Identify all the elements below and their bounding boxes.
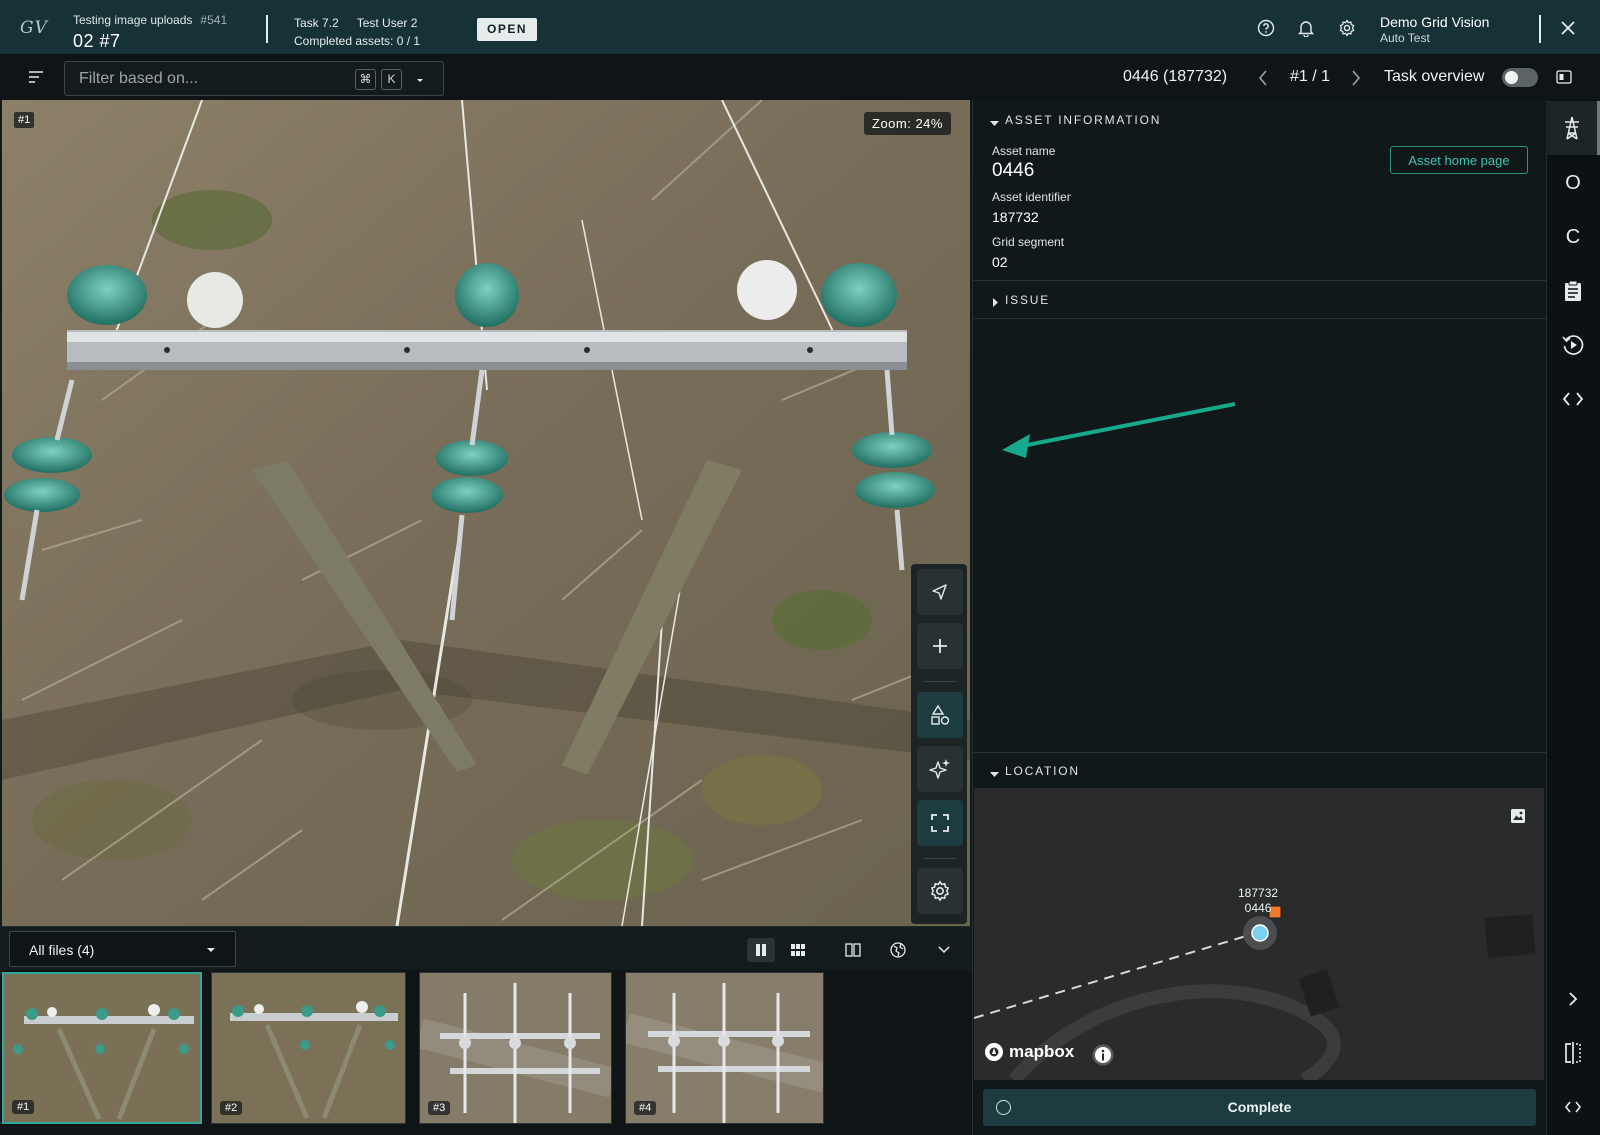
location-header[interactable]: LOCATION: [1005, 764, 1080, 778]
filter-field: ⌘ K: [64, 61, 444, 96]
files-selector[interactable]: All files (4): [9, 931, 236, 967]
map-style-icon[interactable]: [1510, 808, 1526, 829]
single-view-icon[interactable]: [747, 938, 775, 962]
asset-identifier-value: 187732: [992, 209, 1039, 225]
files-selector-label: All files (4): [29, 942, 95, 958]
section-divider: [972, 280, 1546, 281]
task-name: Task 7.2: [294, 16, 339, 30]
rail-item-c[interactable]: C: [1546, 210, 1600, 264]
select-arrow-icon[interactable]: [917, 569, 963, 615]
mapbox-text: mapbox: [1009, 1042, 1075, 1061]
asset-name-value: 0446: [992, 160, 1035, 181]
chevron-right-icon[interactable]: [1546, 972, 1600, 1026]
location-map[interactable]: 187732 0446 mapbox: [974, 788, 1544, 1080]
code-icon[interactable]: [1546, 372, 1600, 426]
plus-icon[interactable]: [917, 623, 963, 669]
user-menu[interactable]: Demo Grid Vision Auto Test: [1380, 14, 1489, 46]
complete-button[interactable]: Complete: [983, 1089, 1536, 1126]
status-badge: OPEN: [477, 18, 538, 41]
filter-input[interactable]: [79, 70, 349, 88]
caret-down-icon[interactable]: [990, 115, 999, 133]
task-user: Test User 2: [356, 16, 418, 30]
mapbox-logo: mapbox: [984, 1042, 1074, 1062]
project-number: #541: [200, 13, 228, 27]
section-divider: [972, 752, 1546, 753]
compare-view-icon[interactable]: [839, 938, 867, 962]
image-viewer[interactable]: #1: [2, 100, 970, 926]
caret-down-icon[interactable]: [990, 766, 999, 784]
filter-dropdown-icon[interactable]: [410, 70, 430, 90]
help-icon[interactable]: [1256, 18, 1276, 38]
task-overview-toggle[interactable]: [1502, 68, 1538, 87]
thumbnail-1[interactable]: #1: [2, 972, 202, 1124]
rail-item-o[interactable]: O: [1546, 156, 1600, 210]
clipboard-icon[interactable]: [1546, 264, 1600, 318]
next-asset-icon[interactable]: [1350, 69, 1362, 92]
bell-icon[interactable]: [1296, 18, 1316, 38]
map-info-icon[interactable]: [1092, 1044, 1114, 1071]
caret-right-icon[interactable]: [992, 294, 999, 312]
asset-information-header[interactable]: ASSET INFORMATION: [1005, 113, 1161, 127]
section-divider: [972, 318, 1546, 319]
history-icon[interactable]: [1546, 318, 1600, 372]
project-subtitle: 02 #7: [73, 31, 121, 51]
map-marker-name: 0446: [1244, 901, 1272, 915]
issue-header[interactable]: ISSUE: [1005, 293, 1050, 307]
task-overview-label: Task overview: [1384, 68, 1485, 85]
thumbnail-label: #3: [428, 1101, 451, 1115]
asset-name-label: Asset name: [992, 144, 1056, 158]
toggle-knob: [1505, 71, 1518, 84]
thumbnail-2[interactable]: #2: [211, 972, 406, 1124]
toolbar-separator: [923, 858, 957, 859]
org-name: Demo Grid Vision: [1380, 14, 1490, 30]
chevron-down-icon: [207, 948, 215, 952]
sort-icon[interactable]: [28, 70, 44, 89]
app-logo[interactable]: GV: [20, 18, 48, 38]
top-header: GV Testing image uploads #541 02 #7 Task …: [0, 0, 1600, 54]
header-divider: [1539, 15, 1541, 43]
prev-asset-icon[interactable]: [1257, 69, 1269, 92]
thumbnail-label: #2: [220, 1101, 243, 1115]
chevron-down-icon[interactable]: [930, 938, 958, 962]
fullscreen-icon[interactable]: [917, 800, 963, 846]
project-info: Testing image uploads #541 02 #7: [73, 11, 227, 52]
zoom-indicator: Zoom: 24%: [864, 112, 951, 135]
panel-toggle-icon[interactable]: [1556, 69, 1572, 90]
gear-icon[interactable]: [1337, 18, 1357, 38]
toolbar-separator: [923, 681, 957, 682]
image-index-tag: #1: [14, 112, 35, 128]
annotation-arrow: [1000, 400, 1240, 465]
shapes-icon[interactable]: [917, 692, 963, 738]
map-marker-id: 187732: [1238, 886, 1279, 900]
asset-identifier-label: Asset identifier: [992, 190, 1071, 204]
asset-home-page-button[interactable]: Asset home page: [1390, 146, 1528, 174]
map-marker-label: 187732 0446: [1238, 886, 1278, 916]
header-divider: [266, 15, 268, 43]
thumbnail-label: #1: [12, 1100, 35, 1114]
grid-view-icon[interactable]: [784, 938, 812, 962]
task-info: Task 7.2 Test User 2 Completed assets: 0 …: [294, 14, 420, 50]
code-icon[interactable]: [1546, 1080, 1600, 1134]
grid-segment-label: Grid segment: [992, 235, 1065, 249]
complete-button-label: Complete: [1227, 1099, 1292, 1115]
asset-nav-title: 0446 (187732): [1123, 68, 1228, 85]
grid-segment-value: 02: [992, 254, 1008, 270]
asset-position: #1 / 1: [1290, 68, 1331, 85]
completed-assets: Completed assets: 0 / 1: [294, 34, 421, 48]
viewer-settings-icon[interactable]: [917, 868, 963, 914]
org-role: Auto Test: [1380, 31, 1430, 45]
ai-sparkle-icon[interactable]: [917, 746, 963, 792]
thumbnail-label: #4: [634, 1101, 657, 1115]
pole-photo: [2, 100, 970, 926]
thumbnail-4[interactable]: #4: [625, 972, 824, 1124]
mapbox-icon: [985, 1043, 1003, 1061]
split-view-icon[interactable]: [1546, 1026, 1600, 1080]
thumbnail-3[interactable]: #3: [419, 972, 612, 1124]
project-name: Testing image uploads: [73, 13, 193, 27]
shortcut-k-key: K: [381, 69, 402, 90]
rail-pylon-icon[interactable]: [1546, 101, 1600, 155]
globe-icon[interactable]: [884, 938, 912, 962]
shortcut-cmd-key: ⌘: [355, 69, 376, 90]
close-icon[interactable]: [1558, 18, 1578, 38]
